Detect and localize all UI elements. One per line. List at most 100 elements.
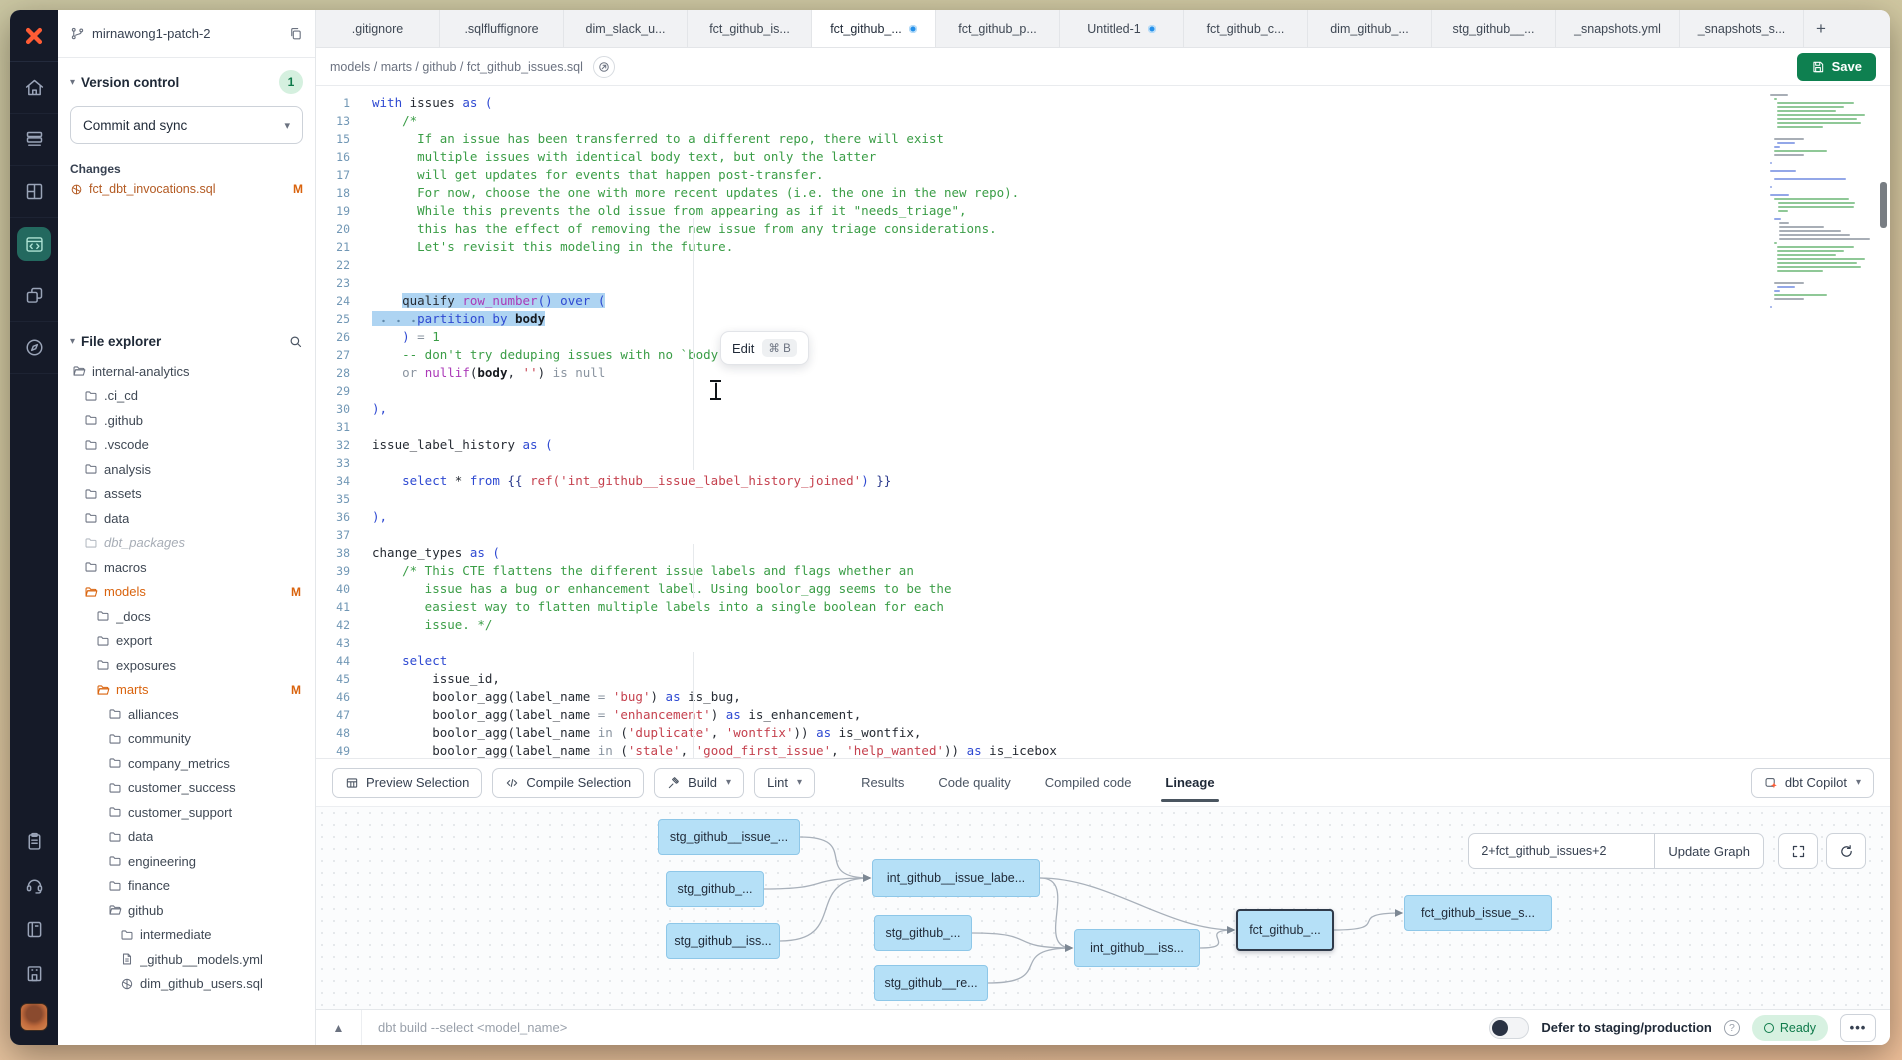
more-options-button[interactable]: ••• [1840,1014,1876,1042]
code-line[interactable]: 29 [316,382,1890,400]
code-line[interactable]: 42 issue. */ [316,616,1890,634]
code-line[interactable]: 41 easiest way to flatten multiple label… [316,598,1890,616]
editor-tab[interactable]: dim_slack_u... [564,10,688,47]
tree-folder-models[interactable]: modelsM [58,580,315,605]
editor-tab[interactable]: stg_github__... [1432,10,1556,47]
editor-tab[interactable]: .sqlfluffignore [440,10,564,47]
lineage-node-stg_github_[interactable]: stg_github_... [874,915,972,951]
editor-tab[interactable]: fct_github_c... [1184,10,1308,47]
editor-tab[interactable]: fct_github_is... [688,10,812,47]
lineage-node-fct_github_issue_s[interactable]: fct_github_issue_s... [1404,895,1552,931]
file-explorer-header[interactable]: ▾ File explorer [58,322,315,353]
editor-tab[interactable]: fct_github_... [812,10,936,47]
version-control-header[interactable]: ▾ Version control 1 [58,58,315,98]
building-icon[interactable] [10,951,58,995]
update-graph-button[interactable]: Update Graph [1655,834,1763,868]
editor-tab[interactable]: fct_github_p... [936,10,1060,47]
search-icon[interactable] [288,334,303,349]
code-line[interactable]: 37 [316,526,1890,544]
commit-and-sync-button[interactable]: Commit and sync ▾ [70,106,303,144]
lint-button[interactable]: Lint ▾ [754,768,815,798]
tree-folder-assets[interactable]: assets [58,482,315,507]
code-line[interactable]: 13 /* [316,112,1890,130]
code-line[interactable]: 49 boolor_agg(label_name in ('stale', 'g… [316,742,1890,758]
tree-folder-finance[interactable]: finance [58,874,315,899]
code-line[interactable]: 16 multiple issues with identical body t… [316,148,1890,166]
defer-toggle[interactable] [1489,1017,1529,1039]
branch-row[interactable]: mirnawong1-patch-2 [58,10,315,58]
tree-folder-macros[interactable]: macros [58,555,315,580]
code-line[interactable]: 23 [316,274,1890,292]
code-line[interactable]: 17 will get updates for events that happ… [316,166,1890,184]
lineage-node-int_github__issue_labe[interactable]: int_github__issue_labe... [872,859,1040,897]
code-line[interactable]: 43 [316,634,1890,652]
sessions-icon[interactable] [10,270,58,322]
code-line[interactable]: 33 [316,454,1890,472]
code-line[interactable]: 24 qualify row_number() over ( [316,292,1890,310]
minimap[interactable] [1770,94,1866,314]
refresh-button[interactable] [1826,833,1866,869]
expand-command-bar-button[interactable]: ▲ [316,1010,362,1045]
copy-icon[interactable] [288,26,303,41]
code-line[interactable]: 21 Let's revisit this modeling in the fu… [316,238,1890,256]
code-line[interactable]: 46 boolor_agg(label_name = 'bug') as is_… [316,688,1890,706]
tree-folder-data[interactable]: data [58,825,315,850]
command-input[interactable]: dbt build --select <model_name> [362,1020,1489,1035]
tab-lineage[interactable]: Lineage [1165,759,1214,806]
lineage-node-stg_github_[interactable]: stg_github_... [666,871,764,907]
tree-folder-data[interactable]: data [58,506,315,531]
lineage-node-stg_github__re[interactable]: stg_github__re... [874,965,988,1001]
code-line[interactable]: 18 For now, choose the one with more rec… [316,184,1890,202]
tree-folder-exposures[interactable]: exposures [58,653,315,678]
tree-folder-internal-analytics[interactable]: internal-analytics [58,359,315,384]
file-link-icon[interactable] [593,56,615,78]
tree-folder-github[interactable]: github [58,898,315,923]
code-line[interactable]: 38change_types as ( [316,544,1890,562]
tree-folder-customer_support[interactable]: customer_support [58,800,315,825]
support-headset-icon[interactable] [10,863,58,907]
tab-compiled-code[interactable]: Compiled code [1045,759,1132,806]
tree-folder-.github[interactable]: .github [58,408,315,433]
editor-scrollbar-thumb[interactable] [1880,182,1887,228]
changed-file-row[interactable]: fct_dbt_invocations.sql M [70,182,303,196]
tree-folder-marts[interactable]: martsM [58,678,315,703]
code-line[interactable]: 36), [316,508,1890,526]
user-avatar[interactable] [10,995,58,1039]
preview-selection-button[interactable]: Preview Selection [332,768,482,798]
code-line[interactable]: 40 issue has a bug or enhancement label.… [316,580,1890,598]
editor-tab[interactable]: _snapshots_s... [1680,10,1804,47]
develop-icon[interactable] [10,218,58,270]
code-line[interactable]: 19 While this prevents the old issue fro… [316,202,1890,220]
checklist-icon[interactable] [10,819,58,863]
tab-code-quality[interactable]: Code quality [938,759,1010,806]
tree-folder-customer_success[interactable]: customer_success [58,776,315,801]
tree-folder-alliances[interactable]: alliances [58,702,315,727]
code-line[interactable]: 34 select * from {{ ref('int_github__iss… [316,472,1890,490]
dbt-logo-icon[interactable] [10,10,58,62]
compile-selection-button[interactable]: Compile Selection [492,768,644,798]
stack-icon[interactable] [10,114,58,166]
editor-tab[interactable]: dim_github_... [1308,10,1432,47]
tree-folder-analysis[interactable]: analysis [58,457,315,482]
code-line[interactable]: 27 -- don't try deduping issues with no … [316,346,1890,364]
code-line[interactable]: 39 /* This CTE flattens the different is… [316,562,1890,580]
code-editor[interactable]: 1with issues as (13 /*15 If an issue has… [316,86,1890,758]
discover-icon[interactable] [10,322,58,374]
home-icon[interactable] [10,62,58,114]
help-icon[interactable]: ? [1724,1020,1740,1036]
code-line[interactable]: 25 partition by body [316,310,1890,328]
tree-folder-export[interactable]: export [58,629,315,654]
build-button[interactable]: Build ▾ [654,768,744,798]
edit-tooltip[interactable]: Edit ⌘ B [720,331,809,365]
code-line[interactable]: 20 this has the effect of removing the n… [316,220,1890,238]
code-line[interactable]: 15 If an issue has been transferred to a… [316,130,1890,148]
tree-folder-.vscode[interactable]: .vscode [58,433,315,458]
tree-file-dim_github_users.sql[interactable]: dim_github_users.sql [58,972,315,997]
code-line[interactable]: 45 issue_id, [316,670,1890,688]
lineage-node-stg_github__iss[interactable]: stg_github__iss... [666,923,780,959]
grid-icon[interactable] [10,166,58,218]
save-button[interactable]: Save [1797,53,1876,81]
tree-folder-_docs[interactable]: _docs [58,604,315,629]
code-line[interactable]: 35 [316,490,1890,508]
code-line[interactable]: 1with issues as ( [316,94,1890,112]
